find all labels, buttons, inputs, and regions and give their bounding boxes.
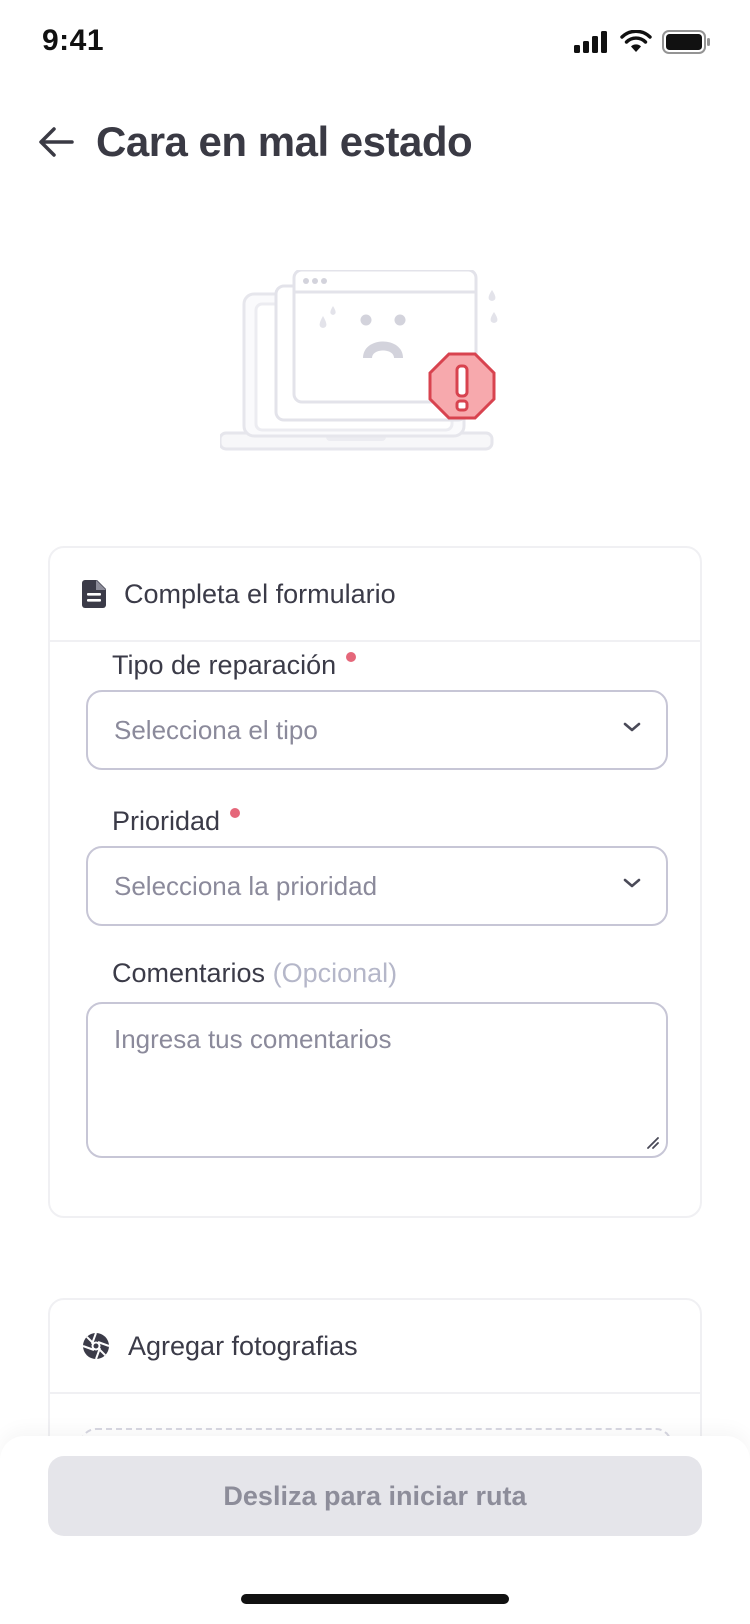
chevron-down-icon [623, 878, 641, 888]
form-card-title: Completa el formulario [124, 578, 396, 609]
document-icon [82, 580, 106, 608]
form-card-header: Completa el formulario [50, 548, 700, 642]
priority-placeholder: Selecciona la prioridad [114, 870, 378, 901]
photo-card-header: Agregar fotografias [50, 1300, 700, 1394]
status-icons [574, 30, 710, 54]
home-indicator[interactable] [241, 1594, 509, 1604]
slide-to-start-button[interactable]: Desliza para iniciar ruta [48, 1456, 702, 1536]
camera-aperture-icon [82, 1332, 110, 1360]
slide-button-label: Desliza para iniciar ruta [223, 1480, 527, 1511]
priority-label-text: Prioridad [112, 806, 221, 836]
comments-textarea[interactable]: Ingresa tus comentarios [86, 1002, 668, 1158]
repair-type-label-text: Tipo de reparación [112, 650, 337, 680]
status-time: 9:41 [42, 24, 105, 57]
photo-card-title: Agregar fotografias [128, 1330, 358, 1361]
signal-icon [574, 31, 607, 53]
priority-label: Prioridad [112, 806, 241, 837]
page-header: Cara en mal estado [0, 100, 750, 190]
back-button[interactable] [34, 120, 78, 164]
battery-icon [662, 30, 710, 54]
status-bar: 9:41 [0, 0, 750, 88]
arrow-left-icon [39, 127, 74, 157]
required-indicator [346, 652, 357, 662]
broken-screen-illustration [220, 270, 498, 451]
repair-type-label: Tipo de reparación [112, 650, 357, 681]
page-title: Cara en mal estado [96, 118, 473, 165]
repair-type-placeholder: Selecciona el tipo [114, 714, 318, 745]
priority-select[interactable]: Selecciona la prioridad [86, 846, 668, 926]
comments-placeholder: Ingresa tus comentarios [114, 1024, 392, 1054]
optional-tag: (Opcional) [272, 958, 398, 988]
bottom-bar: Desliza para iniciar ruta [0, 1436, 750, 1624]
comments-label-text: Comentarios [112, 958, 266, 988]
repair-type-select[interactable]: Selecciona el tipo [86, 690, 668, 770]
comments-label: Comentarios (Opcional) [112, 958, 397, 989]
chevron-down-icon [623, 722, 641, 732]
resize-handle-icon[interactable] [644, 1134, 660, 1150]
required-indicator [230, 808, 241, 818]
wifi-icon [620, 30, 652, 52]
form-card: Completa el formulario Tipo de reparació… [48, 546, 702, 1218]
